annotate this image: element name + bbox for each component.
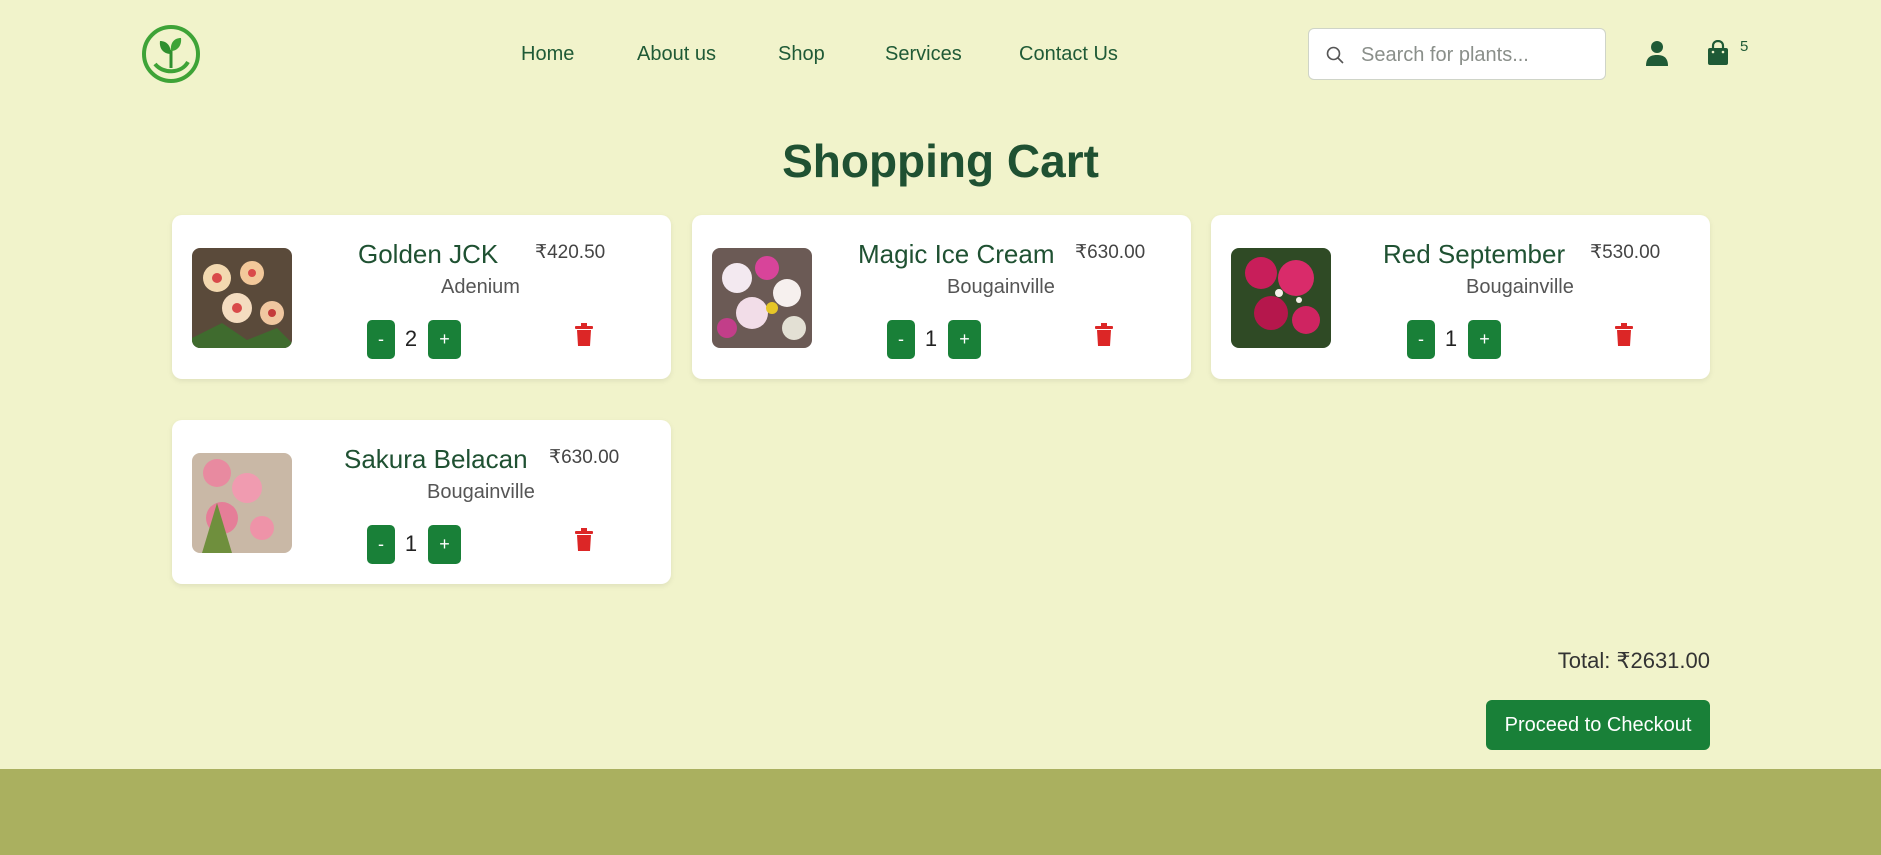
product-image [192,453,292,553]
trash-icon[interactable] [574,528,594,552]
product-image [1231,248,1331,348]
search-input[interactable] [1359,38,1595,72]
shopping-bag-icon[interactable] [1707,40,1729,66]
nav-contact-us[interactable]: Contact Us [1019,43,1118,66]
product-image [192,248,292,348]
page-title: Shopping Cart [782,135,1099,187]
increase-qty-button[interactable]: + [428,320,461,359]
item-category: Bougainville [427,481,535,503]
decrease-qty-button[interactable]: - [367,320,395,359]
search-box [1308,28,1606,80]
item-name: Magic Ice Cream [858,239,1055,269]
item-category: Bougainville [1466,276,1574,298]
proceed-to-checkout-button[interactable]: Proceed to Checkout [1486,700,1710,750]
user-icon[interactable] [1645,40,1669,66]
item-price: ₹530.00 [1590,242,1661,263]
item-name: Red September [1383,239,1566,269]
trash-icon[interactable] [1614,323,1634,347]
item-price: ₹630.00 [1075,242,1146,263]
decrease-qty-button[interactable]: - [367,525,395,564]
item-quantity: 1 [1444,326,1458,351]
site-header: Home About us Shop Services Contact Us 5 [0,0,1881,108]
decrease-qty-button[interactable]: - [1407,320,1435,359]
increase-qty-button[interactable]: + [948,320,981,359]
cart-item-card: Magic Ice Cream ₹630.00 Bougainville - 1… [692,215,1191,379]
item-category: Bougainville [947,276,1055,298]
cart-total: Total: ₹2631.00 [1557,648,1710,673]
search-icon [1326,46,1344,64]
item-price: ₹630.00 [549,447,620,468]
trash-icon[interactable] [574,323,594,347]
cart-count-badge: 5 [1740,38,1749,55]
nav-home[interactable]: Home [521,43,574,66]
increase-qty-button[interactable]: + [428,525,461,564]
nav-services[interactable]: Services [885,43,962,66]
trash-icon[interactable] [1094,323,1114,347]
cart-item-card: Sakura Belacan ₹630.00 Bougainville - 1 … [172,420,671,584]
item-quantity: 1 [924,326,938,351]
decrease-qty-button[interactable]: - [887,320,915,359]
cart-item-card: Golden JCK ₹420.50 Adenium - 2 + [172,215,671,379]
item-name: Golden JCK [358,239,499,269]
item-quantity: 2 [404,326,418,351]
item-quantity: 1 [404,531,418,556]
nav-about-us[interactable]: About us [637,43,716,66]
item-name: Sakura Belacan [344,444,528,474]
footer [0,769,1881,855]
item-category: Adenium [441,276,520,298]
cart-item-card: Red September ₹530.00 Bougainville - 1 + [1211,215,1710,379]
increase-qty-button[interactable]: + [1468,320,1501,359]
nav-shop[interactable]: Shop [778,43,825,66]
product-image [712,248,812,348]
item-price: ₹420.50 [535,242,606,263]
